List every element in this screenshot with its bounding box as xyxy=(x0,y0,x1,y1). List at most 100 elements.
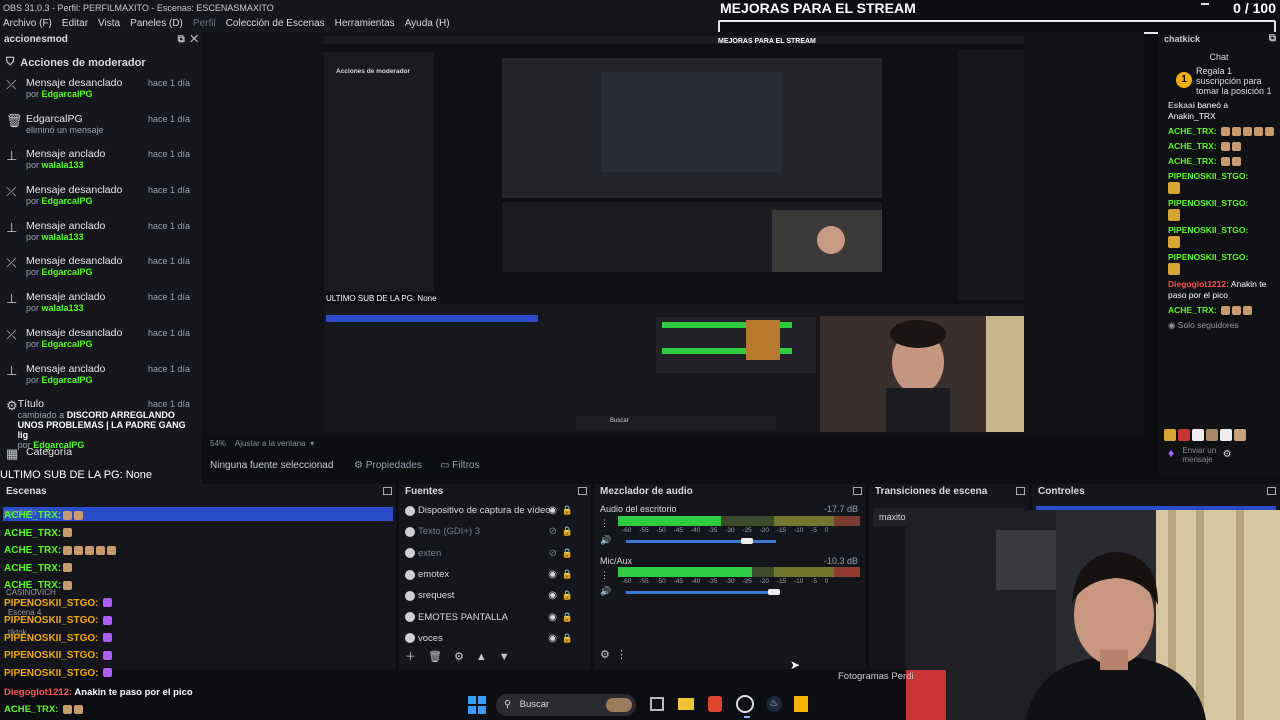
emote-icon xyxy=(63,510,73,520)
overlay-chat-line: ACHE_TRX: xyxy=(4,528,73,540)
program-preview[interactable]: ULTIMO SUB DE LA PG: None Acciones de mo… xyxy=(206,32,1144,437)
close-icon[interactable]: ✕ xyxy=(190,34,198,45)
popout-icon[interactable] xyxy=(1267,487,1276,495)
chat-message: ACHE_TRX: xyxy=(1168,126,1276,137)
volume-slider[interactable] xyxy=(626,591,776,594)
source-item[interactable]: emotex ◉ 🔒 xyxy=(399,564,591,585)
move-down-icon[interactable]: ▼ xyxy=(499,651,510,663)
source-item[interactable]: exten ⊘ 🔒 xyxy=(399,543,591,564)
move-up-icon[interactable]: ▲ xyxy=(476,651,487,663)
popout-icon[interactable] xyxy=(853,487,862,495)
menu-docks[interactable]: Paneles (D) xyxy=(127,16,186,32)
zoom-level: 54% xyxy=(210,439,227,448)
unpin-icon: ⤫ xyxy=(6,184,17,200)
eye-icon[interactable]: ◉ xyxy=(548,590,557,601)
emote-icon xyxy=(1168,263,1180,275)
popout-icon[interactable] xyxy=(383,487,392,495)
source-name: emotex xyxy=(418,569,450,581)
category-icon: ▦ xyxy=(6,446,19,462)
menu-file[interactable]: Archivo (F) xyxy=(0,16,55,32)
chat-input[interactable]: ♦ Enviar un mensaje ⚙ xyxy=(1168,446,1280,472)
windows-start-icon[interactable] xyxy=(468,696,486,714)
mod-action-time: hace 1 día xyxy=(147,399,190,410)
chat-message: Diegoglot1212: Anakin te paso por el pic… xyxy=(1168,279,1276,301)
popout-icon[interactable]: ⧉ xyxy=(1269,33,1276,44)
source-item[interactable]: Texto (GDI+) 3 ⊘ 🔒 xyxy=(399,521,591,542)
obs-icon[interactable] xyxy=(736,695,754,713)
brave-browser-icon[interactable] xyxy=(708,696,722,712)
emote-picker-icon[interactable]: ♦ xyxy=(1168,446,1174,460)
app-icon[interactable] xyxy=(794,696,808,712)
mod-actions-dock: accionesmod ⧉ ✕ ⛉ Acciones de moderador … xyxy=(0,32,202,484)
emote-icon xyxy=(107,545,117,555)
channel-db: -17.7 dB xyxy=(823,504,858,514)
fit-to-window[interactable]: Ajustar a la ventana xyxy=(235,439,306,448)
filters-button[interactable]: ▭ Filtros xyxy=(440,455,479,477)
file-explorer-icon[interactable] xyxy=(678,698,694,710)
gear-icon[interactable]: ⚙ xyxy=(600,649,610,661)
mod-action-time: hace 1 día xyxy=(147,78,190,88)
volume-slider[interactable] xyxy=(626,540,776,543)
browser-icon xyxy=(405,548,415,559)
gear-icon[interactable]: ⚙ xyxy=(454,651,464,663)
lock-icon[interactable]: 🔒 xyxy=(562,569,573,580)
eye-icon[interactable]: ◉ xyxy=(548,612,557,623)
chat-user: PIPENOSKII_STGO: xyxy=(1168,252,1249,262)
lock-icon[interactable]: 🔒 xyxy=(562,590,573,601)
add-icon[interactable]: ＋ xyxy=(405,651,416,663)
lock-icon[interactable]: 🔒 xyxy=(562,633,573,644)
popout-icon[interactable] xyxy=(578,487,587,495)
mod-action-by: por xyxy=(26,231,40,242)
lock-icon[interactable]: 🔒 xyxy=(562,548,573,559)
source-item[interactable]: srequest ◉ 🔒 xyxy=(399,585,591,606)
menu-help[interactable]: Ayuda (H) xyxy=(402,16,453,32)
trash-icon[interactable]: 🗑 xyxy=(428,651,442,663)
emote-icon xyxy=(1168,182,1180,194)
volume-icon[interactable]: 🔊 xyxy=(600,535,611,546)
overlay-chat-line: ACHE_TRX: xyxy=(4,510,84,522)
menu-view[interactable]: Vista xyxy=(95,16,123,32)
emote-icon xyxy=(63,580,73,590)
steam-icon[interactable]: ♨ xyxy=(766,696,782,712)
source-item[interactable]: voces ◉ 🔒 xyxy=(399,628,591,649)
menu-tools[interactable]: Herramientas xyxy=(332,16,398,32)
lock-icon[interactable]: 🔒 xyxy=(562,612,573,623)
menu-scene-collection[interactable]: Colección de Escenas xyxy=(223,16,328,32)
active-app-indicator xyxy=(744,716,750,718)
webcam-overlay xyxy=(906,510,1280,720)
channel-menu-icon[interactable]: ⋮ xyxy=(600,518,609,529)
mod-action-user: EdgarcalPG xyxy=(41,338,93,349)
lock-icon[interactable]: 🔒 xyxy=(562,505,573,516)
taskbar-search[interactable]: ⚲ Buscar xyxy=(496,694,636,716)
gift-sub-banner[interactable]: 1 Regala 1 suscripción para tomar la pos… xyxy=(1176,66,1276,96)
emote-strip[interactable] xyxy=(1164,429,1248,442)
settings-icon[interactable]: ⚙ xyxy=(1223,449,1232,460)
menu-edit[interactable]: Editar xyxy=(59,16,91,32)
eye-off-icon[interactable]: ⊘ xyxy=(549,526,557,537)
mixer-channel: Mic/Aux -10.3 dB ⋮ -60 -55 -50 -45 -40 -… xyxy=(600,556,862,606)
eye-icon[interactable]: ◉ xyxy=(548,569,557,580)
volume-icon[interactable]: 🔊 xyxy=(600,586,611,597)
properties-button[interactable]: ⚙ Propiedades xyxy=(354,455,422,477)
mod-action-item: ⊥ Mensaje anclado por walala133 hace 1 d… xyxy=(0,287,202,323)
chat-user: PIPENOSKII_STGO: xyxy=(4,615,99,626)
chat-user: PIPENOSKII_STGO: xyxy=(4,597,99,609)
channel-menu-icon[interactable]: ⋮ xyxy=(600,570,609,581)
dropped-frames-label: Fotogramas Perdi xyxy=(838,671,914,682)
lock-icon[interactable]: 🔒 xyxy=(562,526,573,537)
chevron-down-icon[interactable]: ▾ xyxy=(310,439,314,448)
popout-icon[interactable] xyxy=(1016,487,1025,495)
eye-icon[interactable]: ◉ xyxy=(548,633,557,644)
volume-knob[interactable] xyxy=(741,538,753,544)
eye-icon[interactable]: ◉ xyxy=(548,505,557,516)
popout-icon[interactable]: ⧉ xyxy=(178,34,185,45)
task-view-icon[interactable] xyxy=(650,697,664,711)
menu-profile[interactable]: Perfil xyxy=(190,16,219,32)
mod-action-label: Mensaje anclado xyxy=(26,362,106,375)
source-item[interactable]: EMOTES PANTALLA ◉ 🔒 xyxy=(399,606,591,627)
volume-knob[interactable] xyxy=(768,589,780,595)
eye-off-icon[interactable]: ⊘ xyxy=(549,548,557,559)
source-item[interactable]: Dispositivo de captura de vídeo ◉ 🔒 xyxy=(399,500,591,521)
emote-icon xyxy=(63,545,73,555)
menu-icon[interactable]: ⋮ xyxy=(616,649,627,661)
